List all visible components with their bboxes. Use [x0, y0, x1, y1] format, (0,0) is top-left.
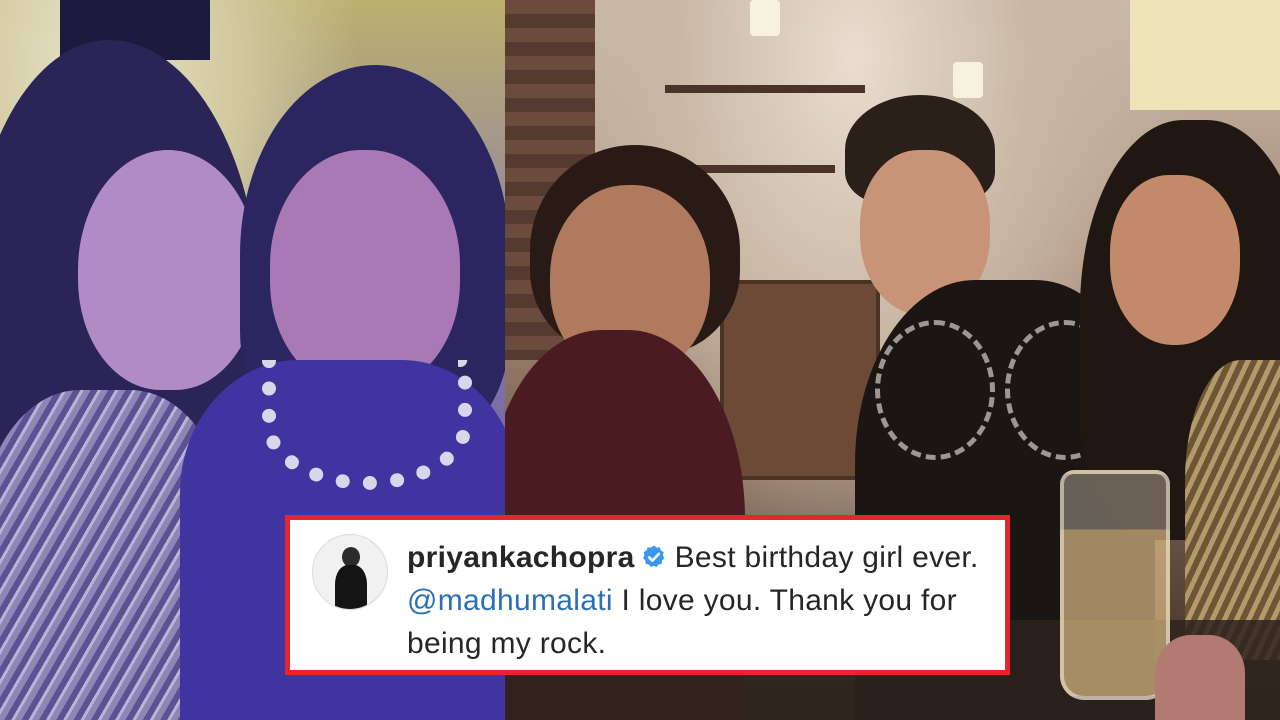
pendant-lamp: [750, 0, 780, 36]
mention-link[interactable]: @madhumalati: [407, 584, 613, 617]
pendant-lamp: [953, 62, 983, 98]
username[interactable]: priyankachopra: [407, 541, 635, 574]
statement-necklace: [262, 360, 472, 490]
metallic-dress: [1185, 360, 1280, 660]
avatar-head: [342, 547, 360, 567]
woman-face: [78, 150, 258, 390]
shirt-embroidery: [875, 320, 995, 460]
verified-badge-icon: [642, 545, 664, 567]
avatar[interactable]: [312, 534, 388, 610]
beer-glass: [1060, 470, 1170, 700]
wall-shelf: [695, 165, 835, 173]
bright-window: [1130, 0, 1280, 110]
wall-shelf: [665, 85, 865, 93]
instagram-caption-card: priyankachopra Best birthday girl ever. @…: [285, 515, 1010, 675]
pink-jar: [1155, 635, 1245, 720]
woman-face: [1110, 175, 1240, 345]
mother-face: [270, 150, 460, 390]
collage: priyankachopra Best birthday girl ever. @…: [0, 0, 1280, 720]
caption-text: priyankachopra Best birthday girl ever. @…: [407, 536, 997, 665]
caption-body: Best birthday girl ever.: [674, 541, 979, 574]
avatar-body: [335, 565, 367, 609]
